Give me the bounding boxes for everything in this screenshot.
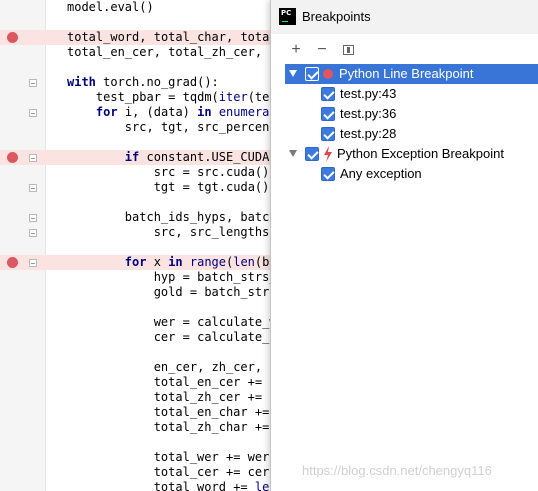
code-text: total_wer += wer — [153, 450, 270, 464]
red-dot-icon — [323, 69, 333, 79]
breakpoint-enabled-checkbox[interactable] — [305, 147, 319, 161]
expand-arrow-icon[interactable] — [289, 70, 297, 77]
breakpoint-enabled-checkbox[interactable] — [321, 87, 335, 101]
code-text: total_en_char += — [153, 405, 270, 419]
code-text: batch_ids_hyps, batch — [124, 210, 277, 224]
code-text: total_en_cer += e — [153, 375, 277, 389]
breakpoint-marker-icon[interactable] — [7, 32, 18, 43]
breakpoint-label: Python Line Breakpoint — [339, 66, 474, 81]
code-text: for x in range(len(ba — [124, 255, 277, 269]
fold-marker-icon[interactable] — [29, 154, 37, 162]
breakpoint-group-row[interactable]: Python Exception Breakpoint — [285, 144, 538, 164]
code-text: total_cer += cer — [153, 465, 270, 479]
fold-marker-icon[interactable] — [29, 214, 37, 222]
code-text: src = src.cuda() — [153, 165, 270, 179]
breakpoint-label: test.py:43 — [340, 86, 397, 101]
code-text: total_en_cer, total_zh_cer, t — [67, 45, 277, 59]
code-text: src, tgt, src_percent — [124, 120, 277, 134]
code-text: total_zh_cer += z — [153, 390, 277, 404]
code-text: with torch.no_grad(): — [67, 75, 219, 89]
code-text: for i, (data) in enumerat — [95, 105, 277, 119]
group-by-file-button[interactable] — [340, 42, 356, 58]
breakpoint-group-row[interactable]: Python Line Breakpoint — [285, 64, 538, 84]
code-text: cer = calculate_c — [153, 330, 277, 344]
breakpoints-popup: PC Breakpoints + − Python Line Breakpoin… — [270, 0, 538, 491]
fold-marker-icon[interactable] — [29, 109, 37, 117]
code-text: hyp = batch_strs_ — [153, 270, 277, 284]
add-breakpoint-button[interactable]: + — [288, 42, 304, 58]
code-text: if constant.USE_CUDA: — [124, 150, 277, 164]
code-text: total_zh_char += — [153, 420, 270, 434]
app-icon-text: PC — [281, 9, 292, 17]
code-text: gold = batch_strs — [153, 285, 277, 299]
breakpoint-marker-icon[interactable] — [7, 257, 18, 268]
breakpoint-enabled-checkbox[interactable] — [305, 67, 319, 81]
code-text: test_pbar = tqdm(iter(tes — [95, 90, 277, 104]
pycharm-app-icon: PC — [279, 8, 296, 25]
watermark-text: https://blog.csdn.net/chengyq116 — [302, 463, 492, 478]
breakpoint-enabled-checkbox[interactable] — [321, 167, 335, 181]
expand-arrow-icon[interactable] — [289, 150, 297, 157]
breakpoint-enabled-checkbox[interactable] — [321, 127, 335, 141]
code-text: en_cer, zh_cer, n — [153, 360, 277, 374]
fold-marker-icon[interactable] — [29, 229, 37, 237]
breakpoint-label: Python Exception Breakpoint — [337, 146, 504, 161]
code-text: src, src_lengths, — [153, 225, 277, 239]
popup-header: PC Breakpoints — [271, 0, 538, 34]
breakpoint-label: test.py:36 — [340, 106, 397, 121]
breakpoint-marker-icon[interactable] — [7, 152, 18, 163]
breakpoint-row[interactable]: Any exception — [285, 164, 538, 184]
code-text: total_word += len — [153, 480, 277, 491]
breakpoint-row[interactable]: test.py:36 — [285, 104, 538, 124]
breakpoint-label: test.py:28 — [340, 126, 397, 141]
breakpoint-row[interactable]: test.py:28 — [285, 124, 538, 144]
code-text: tgt = tgt.cuda() — [153, 180, 270, 194]
group-icon — [343, 45, 354, 55]
code-text: wer = calculate_w — [153, 315, 277, 329]
fold-marker-icon[interactable] — [29, 79, 37, 87]
remove-breakpoint-button[interactable]: − — [314, 42, 330, 58]
breakpoint-label: Any exception — [340, 166, 422, 181]
code-text: total_word, total_char, total — [67, 30, 277, 44]
lightning-icon — [324, 146, 332, 162]
fold-marker-icon[interactable] — [29, 259, 37, 267]
breakpoints-toolbar: + − — [271, 38, 538, 62]
fold-marker-icon[interactable] — [29, 184, 37, 192]
code-text: model.eval() — [67, 0, 154, 14]
breakpoint-enabled-checkbox[interactable] — [321, 107, 335, 121]
breakpoint-row[interactable]: test.py:43 — [285, 84, 538, 104]
popup-title: Breakpoints — [302, 9, 371, 24]
